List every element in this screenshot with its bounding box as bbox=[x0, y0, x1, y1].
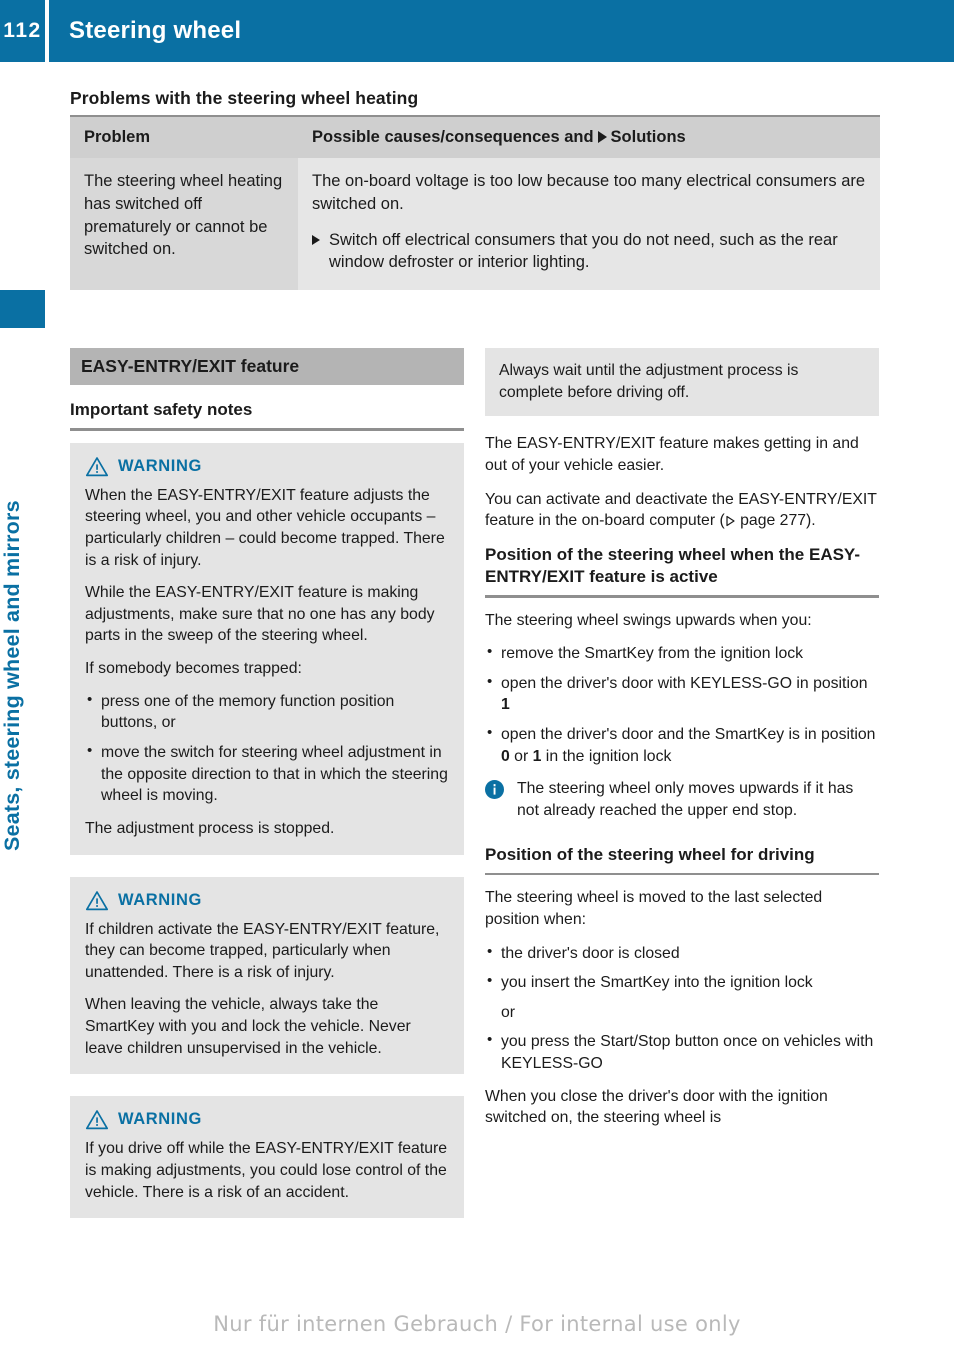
warning-triangle-icon bbox=[85, 1109, 109, 1130]
feature-band-title: EASY-ENTRY/EXIT feature bbox=[70, 348, 464, 385]
warning-header: WARNING bbox=[85, 890, 449, 911]
list-item-or: or bbox=[501, 1003, 516, 1021]
warning-header: WARNING bbox=[85, 456, 449, 477]
activate-paragraph: You can activate and deactivate the EASY… bbox=[485, 489, 879, 532]
driving-position-lead: The steering wheel is moved to the last … bbox=[485, 889, 823, 928]
active-position-heading: Position of the steering wheel when the … bbox=[485, 544, 860, 586]
warning-bullet-list: press one of the memory function positio… bbox=[85, 690, 449, 807]
list-item-text: in the ignition lock bbox=[541, 747, 672, 765]
driving-position-heading: Position of the steering wheel for drivi… bbox=[485, 844, 815, 864]
problem-table-section: Problems with the steering wheel heating… bbox=[70, 88, 880, 291]
warning-label: WARNING bbox=[118, 890, 202, 909]
warning-paragraph: If somebody becomes trapped: bbox=[85, 660, 302, 678]
footer-watermark: Nur für internen Gebrauch / For internal… bbox=[213, 1312, 741, 1336]
active-position-lead: The steering wheel swings upwards when y… bbox=[485, 611, 812, 629]
list-item: move the switch for steering wheel adjus… bbox=[85, 741, 449, 807]
list-item: the driver's door is closed bbox=[485, 942, 879, 965]
chapter-tab-marker bbox=[0, 290, 45, 328]
warning-paragraph: If children activate the EASY-ENTRY/EXIT… bbox=[85, 920, 440, 981]
warning-label: WARNING bbox=[118, 456, 202, 475]
list-item-text: open the driver's door with KEYLESS-GO i… bbox=[501, 674, 868, 692]
table-cell-solution: The on-board voltage is too low because … bbox=[298, 158, 880, 291]
list-item: press one of the memory function positio… bbox=[85, 690, 449, 734]
triangle-bullet-icon bbox=[597, 131, 607, 143]
problems-table: Problem Possible causes/consequences and… bbox=[70, 117, 880, 291]
warning-header: WARNING bbox=[85, 1109, 449, 1130]
solution-step: Switch off electrical consumers that you… bbox=[312, 229, 866, 275]
driving-position-closing: When you close the driver's door with th… bbox=[485, 1087, 828, 1127]
page-reference-icon bbox=[725, 515, 736, 527]
warning-paragraph: When the EASY-ENTRY/EXIT feature adjusts… bbox=[85, 486, 445, 569]
list-item: you insert the SmartKey into the ignitio… bbox=[485, 971, 879, 994]
page-number: 112 bbox=[3, 19, 42, 42]
active-position-rule bbox=[485, 595, 879, 598]
activate-paragraph-pre: You can activate and deactivate the EASY… bbox=[485, 490, 877, 530]
warning-label: WARNING bbox=[118, 1110, 202, 1129]
table-header-row: Problem Possible causes/consequences and… bbox=[70, 117, 880, 158]
warning-box: WARNING When the EASY-ENTRY/EXIT feature… bbox=[70, 442, 464, 855]
right-column: Always wait until the adjustment process… bbox=[485, 348, 879, 1240]
solution-step-text: Switch off electrical consumers that you… bbox=[329, 230, 838, 272]
info-icon bbox=[485, 778, 509, 821]
list-item: open the driver's door and the SmartKey … bbox=[485, 723, 879, 767]
warning-paragraph: When leaving the vehicle, always take th… bbox=[85, 996, 411, 1057]
table-header-solutions: Possible causes/consequences and Solution… bbox=[298, 117, 880, 158]
warning-paragraph: While the EASY-ENTRY/EXIT feature is mak… bbox=[85, 584, 435, 645]
chapter-label: Seats, steering wheel and mirrors bbox=[0, 500, 24, 852]
driving-position-bullets: the driver's door is closed you insert t… bbox=[485, 942, 879, 1075]
body-columns: EASY-ENTRY/EXIT feature Important safety… bbox=[70, 348, 880, 1240]
position-value: 0 bbox=[501, 747, 510, 765]
position-value: 1 bbox=[501, 696, 510, 714]
left-column: EASY-ENTRY/EXIT feature Important safety… bbox=[70, 348, 464, 1240]
warning-box: WARNING If children activate the EASY-EN… bbox=[70, 876, 464, 1075]
table-header-problem: Problem bbox=[70, 117, 298, 158]
feature-intro-paragraph: The EASY-ENTRY/EXIT feature makes gettin… bbox=[485, 435, 859, 474]
table-header-solutions-prefix: Possible causes/consequences and bbox=[312, 128, 594, 146]
list-item: remove the SmartKey from the ignition lo… bbox=[485, 642, 879, 665]
triangle-bullet-icon bbox=[312, 229, 329, 275]
continued-warning-note: Always wait until the adjustment process… bbox=[485, 348, 879, 417]
driving-position-rule bbox=[485, 872, 879, 876]
list-item-text: or bbox=[509, 747, 533, 765]
section-heading: Problems with the steering wheel heating bbox=[70, 88, 419, 108]
continued-warning-text: Always wait until the adjustment process… bbox=[499, 362, 799, 401]
warning-box: WARNING If you drive off while the EASY-… bbox=[70, 1096, 464, 1219]
warning-triangle-icon bbox=[85, 890, 109, 911]
table-header-solutions-suffix: Solutions bbox=[610, 128, 686, 146]
info-note-text: The steering wheel only moves upwards if… bbox=[517, 780, 854, 820]
info-note: The steering wheel only moves upwards if… bbox=[485, 778, 879, 821]
list-item-text: remove the SmartKey from the ignition lo… bbox=[501, 645, 804, 663]
active-position-bullets: remove the SmartKey from the ignition lo… bbox=[485, 642, 879, 767]
list-item-text: open the driver's door and the SmartKey … bbox=[501, 726, 876, 744]
page-header: 112 Steering wheel bbox=[0, 0, 954, 62]
safety-notes-rule bbox=[70, 428, 464, 431]
warning-triangle-icon bbox=[85, 456, 109, 477]
table-row: The steering wheel heating has switched … bbox=[70, 158, 880, 291]
page-title: Steering wheel bbox=[69, 17, 242, 44]
warning-closing: The adjustment process is stopped. bbox=[85, 819, 335, 837]
activate-paragraph-page: page 277). bbox=[735, 512, 816, 530]
cause-text: The on-board voltage is too low because … bbox=[312, 172, 866, 213]
safety-notes-heading: Important safety notes bbox=[70, 400, 253, 419]
table-cell-problem: The steering wheel heating has switched … bbox=[70, 158, 298, 291]
list-item: you press the Start/Stop button once on … bbox=[485, 1030, 879, 1074]
list-item: open the driver's door with KEYLESS-GO i… bbox=[485, 672, 879, 716]
warning-paragraph: If you drive off while the EASY-ENTRY/EX… bbox=[85, 1140, 448, 1201]
